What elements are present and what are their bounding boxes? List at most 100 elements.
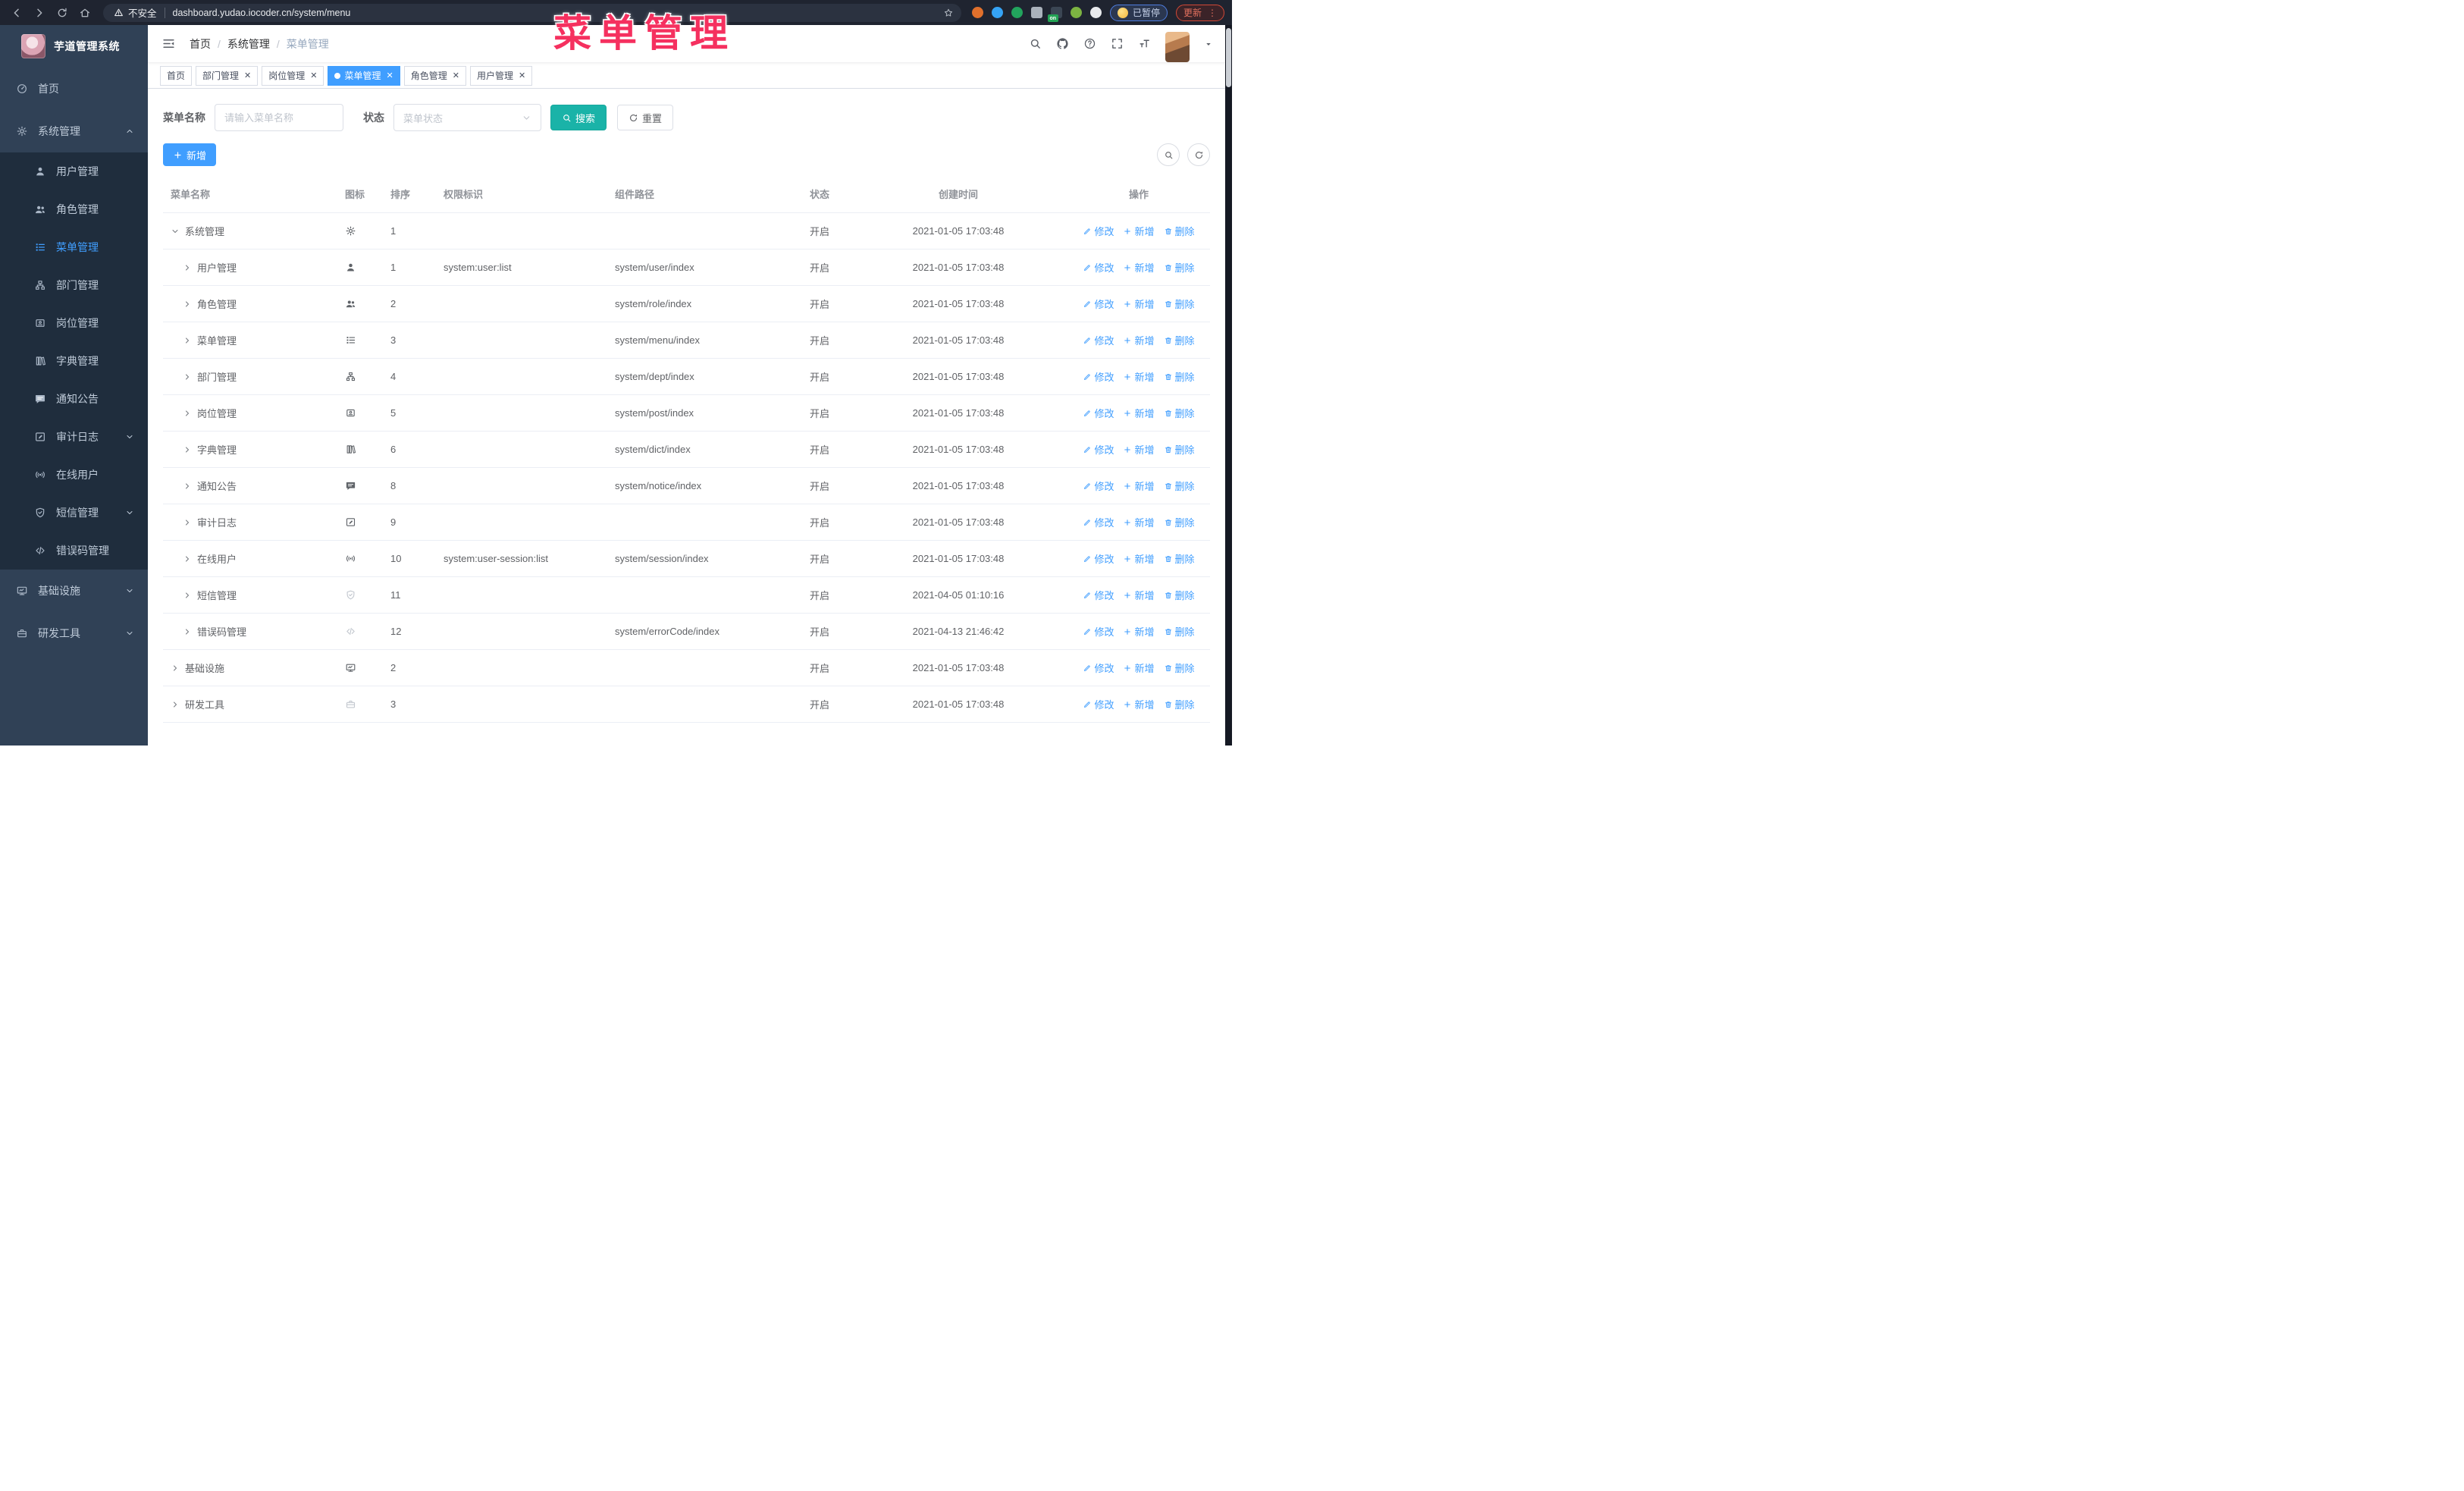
tag-dept-management[interactable]: 部门管理 ✕ [196, 65, 259, 86]
page-scrollbar[interactable] [1225, 25, 1232, 746]
browser-menu-icon[interactable]: ⋮ [1208, 8, 1217, 18]
expand-arrow-icon[interactable] [183, 409, 192, 418]
close-icon[interactable]: ✕ [310, 71, 317, 80]
fullscreen-icon[interactable] [1111, 37, 1124, 50]
sidebar-item-dict-management[interactable]: 字典管理 [0, 342, 148, 380]
sidebar-item-post-management[interactable]: 岗位管理 [0, 304, 148, 342]
textsize-icon[interactable] [1138, 37, 1151, 50]
extension-puzzle-icon[interactable] [1089, 7, 1102, 18]
status-select[interactable]: 菜单状态 [393, 104, 541, 131]
edit-link[interactable]: 修改 [1083, 442, 1114, 457]
column-header[interactable]: 权限标识 [436, 187, 607, 201]
add-child-link[interactable]: 新增 [1123, 515, 1155, 529]
add-child-link[interactable]: 新增 [1123, 661, 1155, 675]
extension-gem-icon[interactable] [991, 7, 1003, 18]
search-button[interactable]: 搜索 [550, 105, 607, 130]
add-child-link[interactable]: 新增 [1123, 442, 1155, 457]
edit-link[interactable]: 修改 [1083, 515, 1114, 529]
extension-grid-icon[interactable] [1030, 7, 1042, 18]
column-header[interactable]: 状态 [789, 187, 850, 201]
bookmark-star-icon[interactable] [943, 8, 954, 18]
browser-update-button[interactable]: 更新 ⋮ [1175, 4, 1224, 21]
delete-link[interactable]: 删除 [1164, 624, 1195, 639]
edit-link[interactable]: 修改 [1083, 333, 1114, 347]
column-header[interactable]: 排序 [383, 187, 436, 201]
question-icon[interactable] [1083, 37, 1096, 50]
tag-role-management[interactable]: 角色管理 ✕ [403, 65, 466, 86]
sidebar-item-error-code-management[interactable]: 错误码管理 [0, 532, 148, 570]
add-child-link[interactable]: 新增 [1123, 369, 1155, 384]
delete-link[interactable]: 删除 [1164, 479, 1195, 493]
tag-post-management[interactable]: 岗位管理 ✕ [262, 65, 324, 86]
sidebar-item-online-users[interactable]: 在线用户 [0, 456, 148, 494]
reset-button[interactable]: 重置 [617, 105, 674, 130]
profile-paused-chip[interactable]: 已暂停 [1109, 4, 1168, 21]
sidebar-item-dev-tools[interactable]: 研发工具 [0, 612, 148, 654]
edit-link[interactable]: 修改 [1083, 260, 1114, 275]
column-header[interactable]: 图标 [337, 187, 383, 201]
add-child-link[interactable]: 新增 [1123, 588, 1155, 602]
close-icon[interactable]: ✕ [453, 71, 459, 80]
expand-arrow-icon[interactable] [183, 518, 192, 527]
extension-leaf-icon[interactable] [1070, 7, 1082, 18]
extension-ring-icon[interactable] [971, 7, 983, 18]
edit-link[interactable]: 修改 [1083, 479, 1114, 493]
sidebar-item-home[interactable]: 首页 [0, 67, 148, 110]
expand-arrow-icon[interactable] [183, 627, 192, 636]
edit-link[interactable]: 修改 [1083, 551, 1114, 566]
sidebar-item-role-management[interactable]: 角色管理 [0, 190, 148, 228]
breadcrumb-system-management[interactable]: 系统管理 [227, 36, 270, 52]
forward-icon[interactable] [32, 5, 47, 20]
delete-link[interactable]: 删除 [1164, 406, 1195, 420]
column-header[interactable]: 操作 [1067, 187, 1211, 201]
sidebar-item-dept-management[interactable]: 部门管理 [0, 266, 148, 304]
add-child-link[interactable]: 新增 [1123, 624, 1155, 639]
breadcrumb-home[interactable]: 首页 [190, 36, 211, 52]
edit-link[interactable]: 修改 [1083, 661, 1114, 675]
edit-link[interactable]: 修改 [1083, 297, 1114, 311]
delete-link[interactable]: 删除 [1164, 224, 1195, 238]
edit-link[interactable]: 修改 [1083, 406, 1114, 420]
add-child-link[interactable]: 新增 [1123, 551, 1155, 566]
delete-link[interactable]: 删除 [1164, 661, 1195, 675]
scrollbar-thumb[interactable] [1226, 28, 1231, 87]
tag-home[interactable]: 首页 [160, 65, 193, 86]
close-icon[interactable]: ✕ [519, 71, 525, 80]
add-child-link[interactable]: 新增 [1123, 406, 1155, 420]
sidebar-item-notice-announcement[interactable]: 通知公告 [0, 380, 148, 418]
column-header[interactable]: 创建时间 [850, 187, 1067, 201]
back-icon[interactable] [9, 5, 24, 20]
column-header[interactable]: 组件路径 [607, 187, 789, 201]
delete-link[interactable]: 删除 [1164, 333, 1195, 347]
add-child-link[interactable]: 新增 [1123, 297, 1155, 311]
add-child-link[interactable]: 新增 [1123, 697, 1155, 711]
address-bar[interactable]: 不安全 dashboard.yudao.iocoder.cn/system/me… [103, 3, 961, 22]
home-icon[interactable] [77, 5, 92, 20]
sidebar-logo-row[interactable]: 芋道管理系统 [0, 25, 148, 67]
sidebar-item-sms-management[interactable]: 短信管理 [0, 494, 148, 532]
extension-server-icon[interactable]: on [1047, 7, 1062, 22]
expand-arrow-icon[interactable] [183, 445, 192, 454]
delete-link[interactable]: 删除 [1164, 697, 1195, 711]
security-chip[interactable]: 不安全 [114, 5, 157, 20]
expand-arrow-icon[interactable] [183, 336, 192, 345]
edit-link[interactable]: 修改 [1083, 369, 1114, 384]
github-icon[interactable] [1056, 37, 1069, 50]
add-child-link[interactable]: 新增 [1123, 260, 1155, 275]
edit-link[interactable]: 修改 [1083, 624, 1114, 639]
delete-link[interactable]: 删除 [1164, 588, 1195, 602]
expand-arrow-icon[interactable] [171, 227, 180, 236]
expand-arrow-icon[interactable] [183, 554, 192, 563]
expand-arrow-icon[interactable] [183, 300, 192, 309]
edit-link[interactable]: 修改 [1083, 697, 1114, 711]
sidebar-toggle-icon[interactable] [160, 36, 182, 51]
edit-link[interactable]: 修改 [1083, 588, 1114, 602]
sidebar-item-user-management[interactable]: 用户管理 [0, 152, 148, 190]
refresh-table-button[interactable] [1187, 143, 1210, 166]
delete-link[interactable]: 删除 [1164, 369, 1195, 384]
close-icon[interactable]: ✕ [244, 71, 251, 80]
expand-arrow-icon[interactable] [171, 700, 180, 709]
show-search-button[interactable] [1157, 143, 1180, 166]
close-icon[interactable]: ✕ [387, 71, 393, 80]
tag-user-management[interactable]: 用户管理 ✕ [469, 65, 533, 86]
